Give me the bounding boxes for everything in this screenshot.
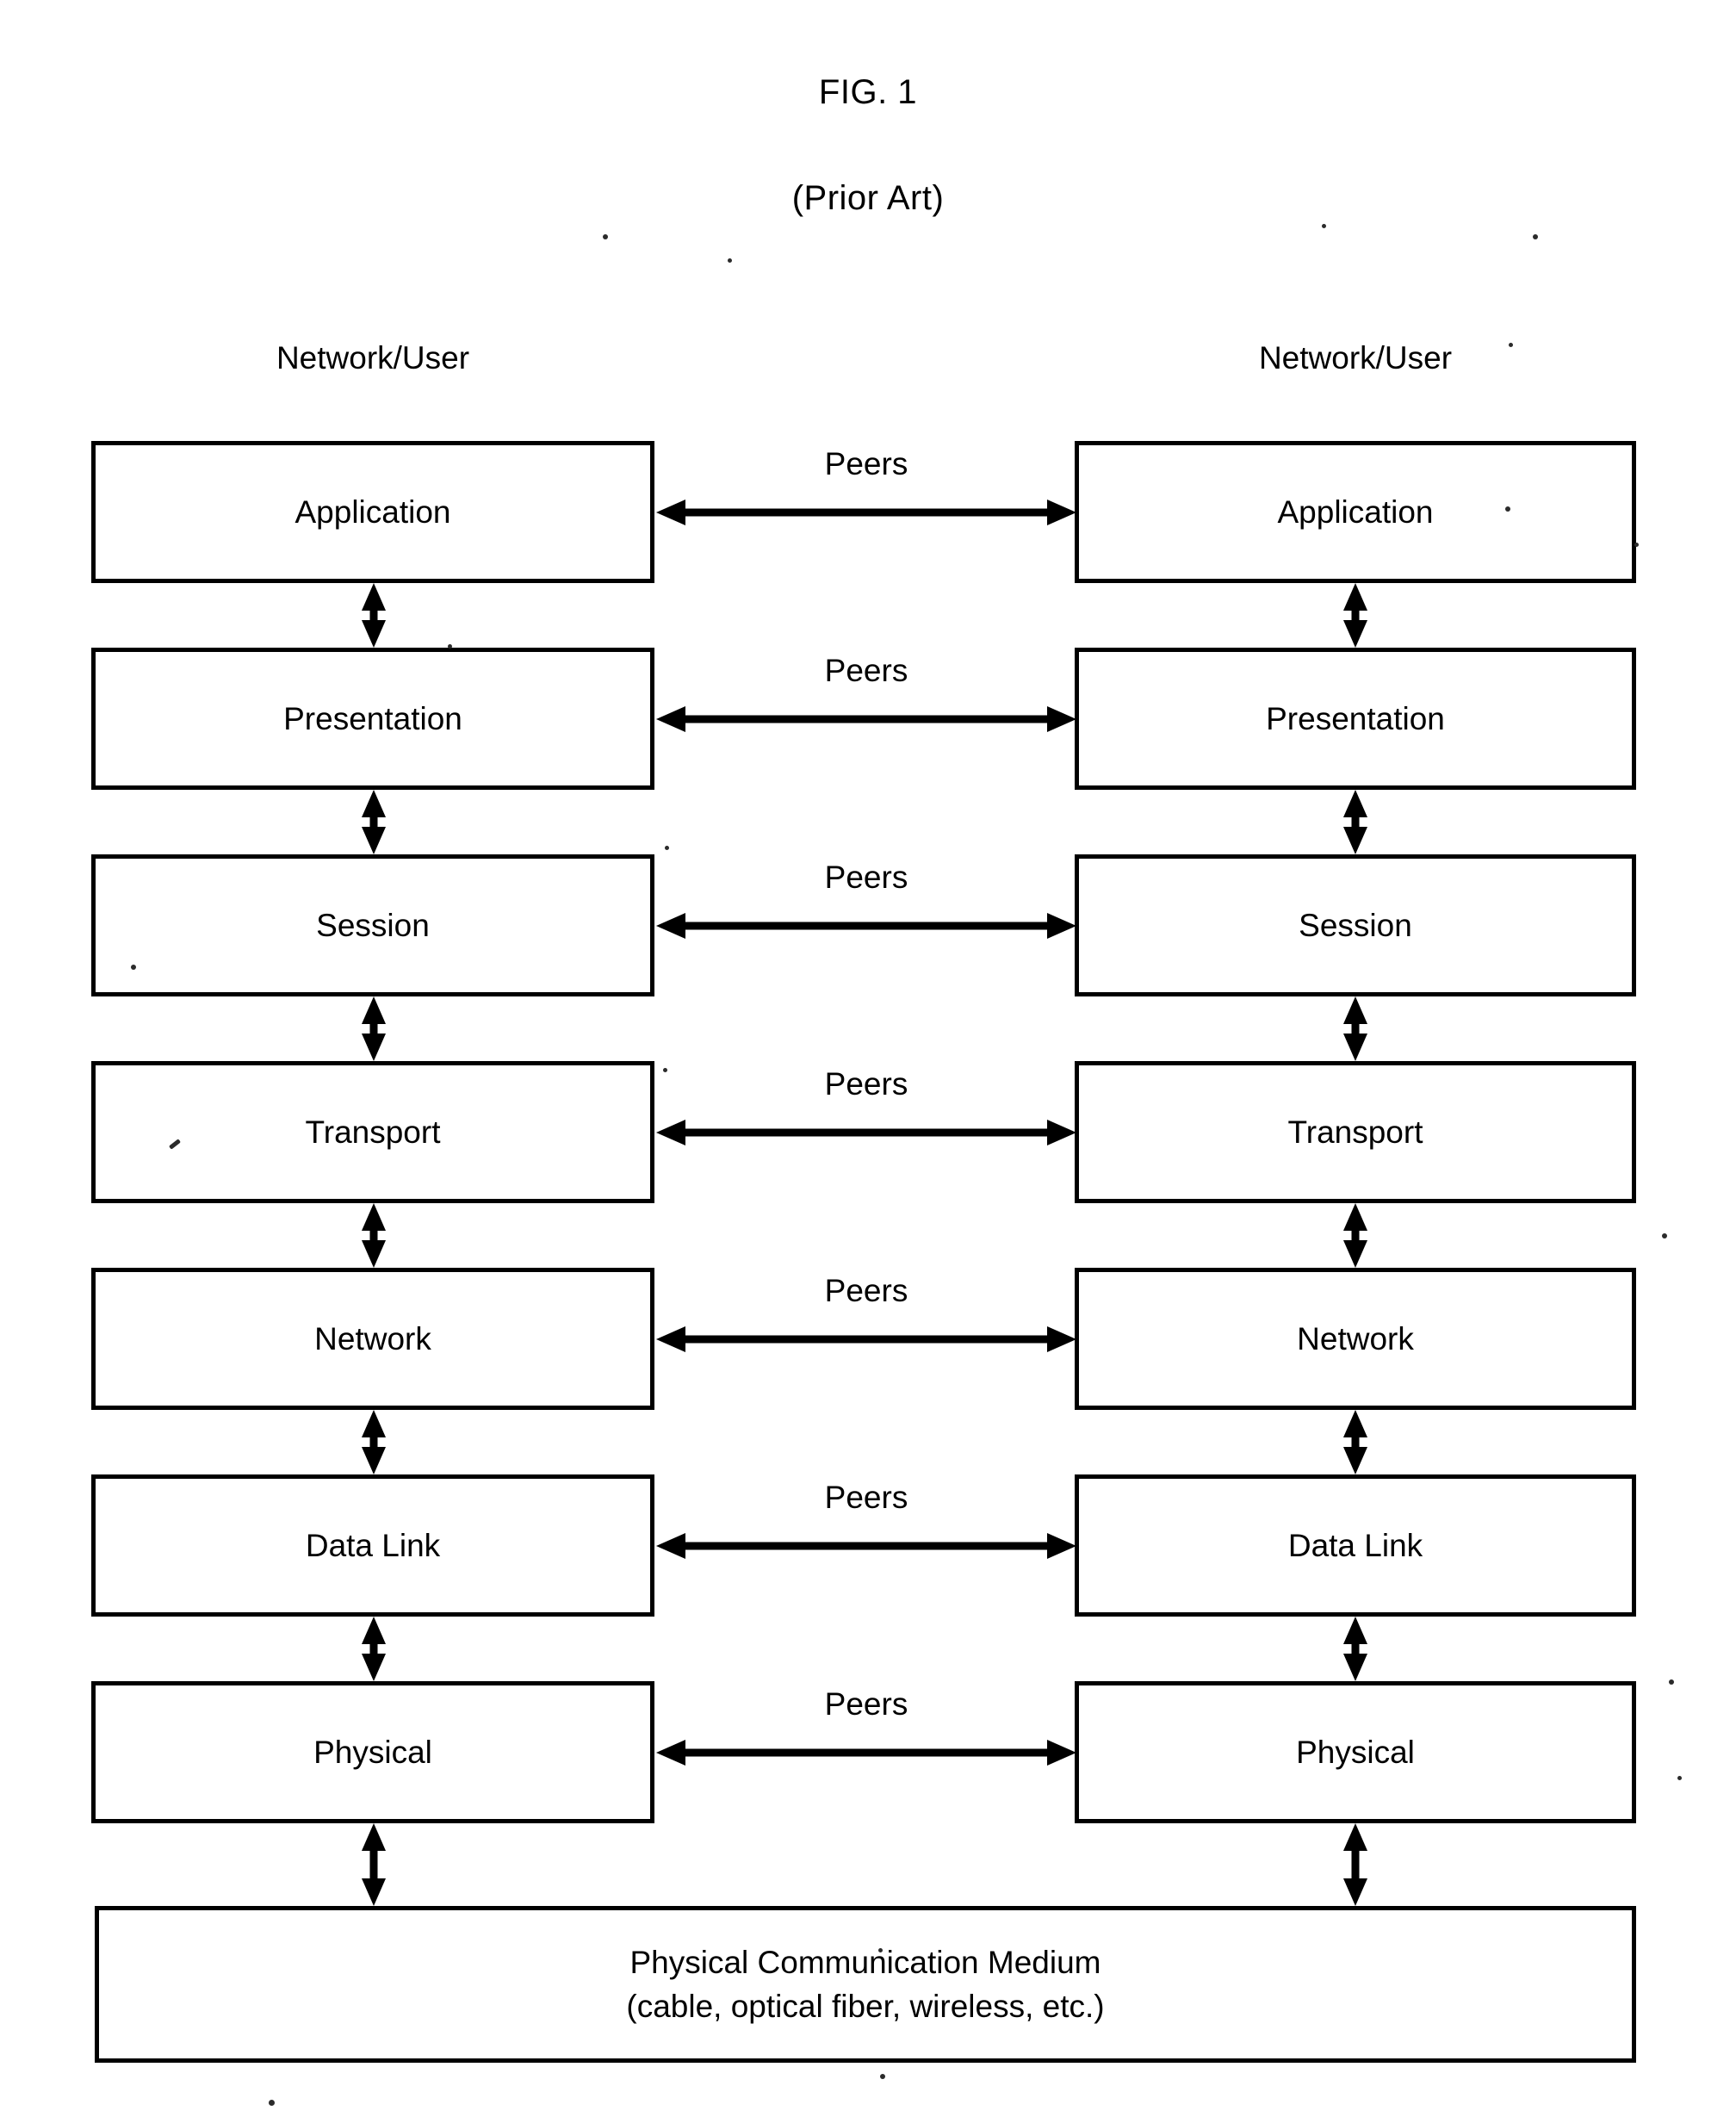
scan-speck xyxy=(1669,1679,1674,1685)
physical-communication-medium-box: Physical Communication Medium (cable, op… xyxy=(95,1906,1636,2063)
scan-speck xyxy=(1533,234,1538,239)
scan-speck xyxy=(448,644,452,649)
layer-label: Physical xyxy=(1296,1734,1415,1770)
layer-label: Data Link xyxy=(1287,1527,1423,1563)
layer-box-right-transport: Transport xyxy=(1075,1061,1636,1203)
stack-arrow-right-presentation-session xyxy=(1338,790,1373,854)
scan-speck xyxy=(1662,1233,1667,1238)
layer-box-left-data-link: Data Link xyxy=(91,1474,654,1617)
peer-arrow-presentation xyxy=(656,705,1076,734)
layer-label: Network xyxy=(1297,1320,1414,1356)
medium-line-1: Physical Communication Medium xyxy=(629,1944,1101,1980)
peers-label-presentation: Peers xyxy=(824,653,908,688)
stack-arrow-right-data-link-physical xyxy=(1338,1617,1373,1681)
peers-label-session: Peers xyxy=(824,860,908,895)
stack-arrow-right-application-presentation xyxy=(1338,583,1373,648)
peers-label-physical: Peers xyxy=(824,1686,908,1722)
scan-speck xyxy=(728,258,732,263)
layer-label: Session xyxy=(316,907,430,943)
scan-speck xyxy=(1509,343,1513,347)
peer-arrow-transport xyxy=(656,1118,1076,1147)
layer-label: Session xyxy=(1299,907,1412,943)
layer-box-right-application: Application xyxy=(1075,441,1636,583)
peer-arrow-data-link xyxy=(656,1531,1076,1561)
scan-speck xyxy=(880,2074,885,2079)
scan-speck xyxy=(878,1948,883,1952)
scan-speck xyxy=(1634,543,1639,547)
scan-speck xyxy=(603,234,608,239)
layer-box-left-session: Session xyxy=(91,854,654,996)
prior-art-label: (Prior Art) xyxy=(791,179,945,217)
layer-box-left-presentation: Presentation xyxy=(91,648,654,790)
scan-speck xyxy=(663,1068,667,1072)
layer-box-right-network: Network xyxy=(1075,1268,1636,1410)
scan-speck xyxy=(131,965,136,970)
scan-speck xyxy=(1505,506,1510,512)
scan-speck xyxy=(1322,224,1326,228)
peer-arrow-physical xyxy=(656,1738,1076,1767)
peer-arrow-session xyxy=(656,911,1076,940)
stack-arrow-left-application-presentation xyxy=(356,583,391,648)
stack-arrow-left-network-data-link xyxy=(356,1410,391,1474)
peers-label-data-link: Peers xyxy=(824,1480,908,1515)
layer-label: Network xyxy=(314,1320,431,1356)
peers-label-network: Peers xyxy=(824,1273,908,1308)
layer-label: Presentation xyxy=(1266,700,1445,736)
layer-label: Physical xyxy=(313,1734,432,1770)
stack-arrow-left-transport-network xyxy=(356,1203,391,1268)
layer-label: Transport xyxy=(1287,1114,1423,1150)
stack-arrow-right-physical-medium xyxy=(1338,1823,1373,1906)
peer-arrow-network xyxy=(656,1325,1076,1354)
column-header-right: Network/User xyxy=(1258,340,1453,376)
layer-label: Application xyxy=(294,494,451,530)
layer-box-right-physical: Physical xyxy=(1075,1681,1636,1823)
peers-label-application: Peers xyxy=(824,446,908,481)
stack-arrow-right-transport-network xyxy=(1338,1203,1373,1268)
layer-box-left-physical: Physical xyxy=(91,1681,654,1823)
layer-label: Data Link xyxy=(305,1527,441,1563)
stack-arrow-left-data-link-physical xyxy=(356,1617,391,1681)
layer-label: Transport xyxy=(305,1114,441,1150)
layer-box-left-application: Application xyxy=(91,441,654,583)
layer-box-left-transport: Transport xyxy=(91,1061,654,1203)
layer-box-right-session: Session xyxy=(1075,854,1636,996)
scan-speck xyxy=(269,2100,275,2106)
layer-label: Application xyxy=(1277,494,1434,530)
medium-line-2: (cable, optical fiber, wireless, etc.) xyxy=(626,1989,1105,2024)
peers-label-transport: Peers xyxy=(824,1066,908,1102)
layer-box-right-presentation: Presentation xyxy=(1075,648,1636,790)
stack-arrow-right-session-transport xyxy=(1338,996,1373,1061)
scan-speck xyxy=(665,846,669,850)
stack-arrow-left-physical-medium xyxy=(356,1823,391,1906)
figure-label: FIG. 1 xyxy=(818,73,918,111)
column-header-left: Network/User xyxy=(276,340,470,376)
layer-box-left-network: Network xyxy=(91,1268,654,1410)
layer-label: Presentation xyxy=(283,700,462,736)
stack-arrow-right-network-data-link xyxy=(1338,1410,1373,1474)
layer-box-right-data-link: Data Link xyxy=(1075,1474,1636,1617)
scan-speck xyxy=(1677,1776,1682,1780)
peer-arrow-application xyxy=(656,498,1076,527)
stack-arrow-left-session-transport xyxy=(356,996,391,1061)
stack-arrow-left-presentation-session xyxy=(356,790,391,854)
